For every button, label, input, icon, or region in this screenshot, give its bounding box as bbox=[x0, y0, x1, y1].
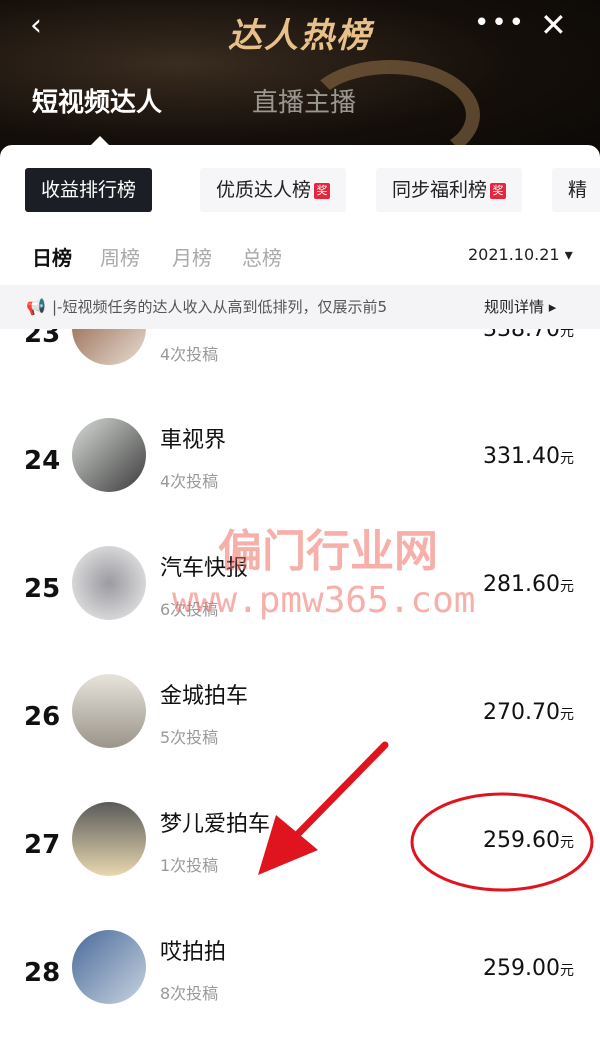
highlight-ellipse bbox=[410, 792, 594, 892]
annotation-overlay bbox=[258, 741, 594, 892]
arrow-shaft bbox=[288, 741, 389, 844]
